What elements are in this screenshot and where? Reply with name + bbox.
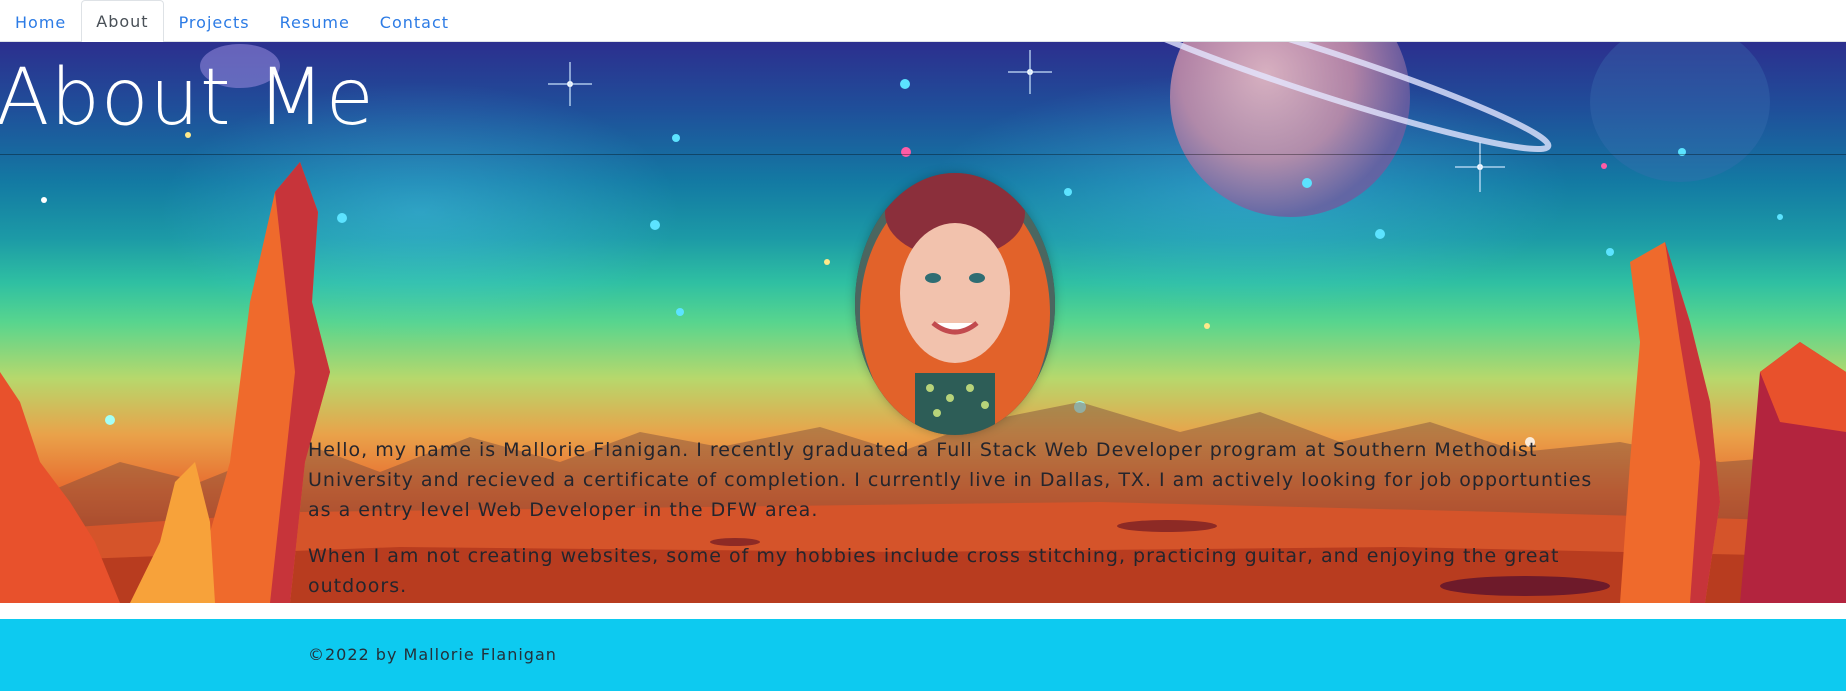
- nav-tabs: Home About Projects Resume Contact: [0, 0, 1846, 42]
- copyright-text: ©2022 by Mallorie Flanigan: [308, 645, 557, 664]
- footer: ©2022 by Mallorie Flanigan: [0, 619, 1846, 691]
- about-text: Hello, my name is Mallorie Flanigan. I r…: [308, 435, 1606, 603]
- page-title: About Me: [0, 53, 375, 143]
- hero-section: About Me Hello, my name is Mallorie Flan…: [0, 42, 1846, 603]
- profile-photo: [855, 173, 1055, 435]
- nav-tab-home[interactable]: Home: [0, 2, 81, 42]
- nav-tab-resume[interactable]: Resume: [265, 2, 365, 42]
- portrait-image: [855, 173, 1055, 435]
- nav-tab-about[interactable]: About: [81, 0, 164, 42]
- top-nav: Home About Projects Resume Contact: [0, 0, 1846, 42]
- about-paragraph-hobbies: When I am not creating websites, some of…: [308, 545, 1560, 597]
- about-paragraph-intro: Hello, my name is Mallorie Flanigan. I r…: [308, 439, 1593, 521]
- nav-tab-projects[interactable]: Projects: [164, 2, 265, 42]
- title-divider: [0, 154, 1846, 155]
- nav-tab-contact[interactable]: Contact: [365, 2, 464, 42]
